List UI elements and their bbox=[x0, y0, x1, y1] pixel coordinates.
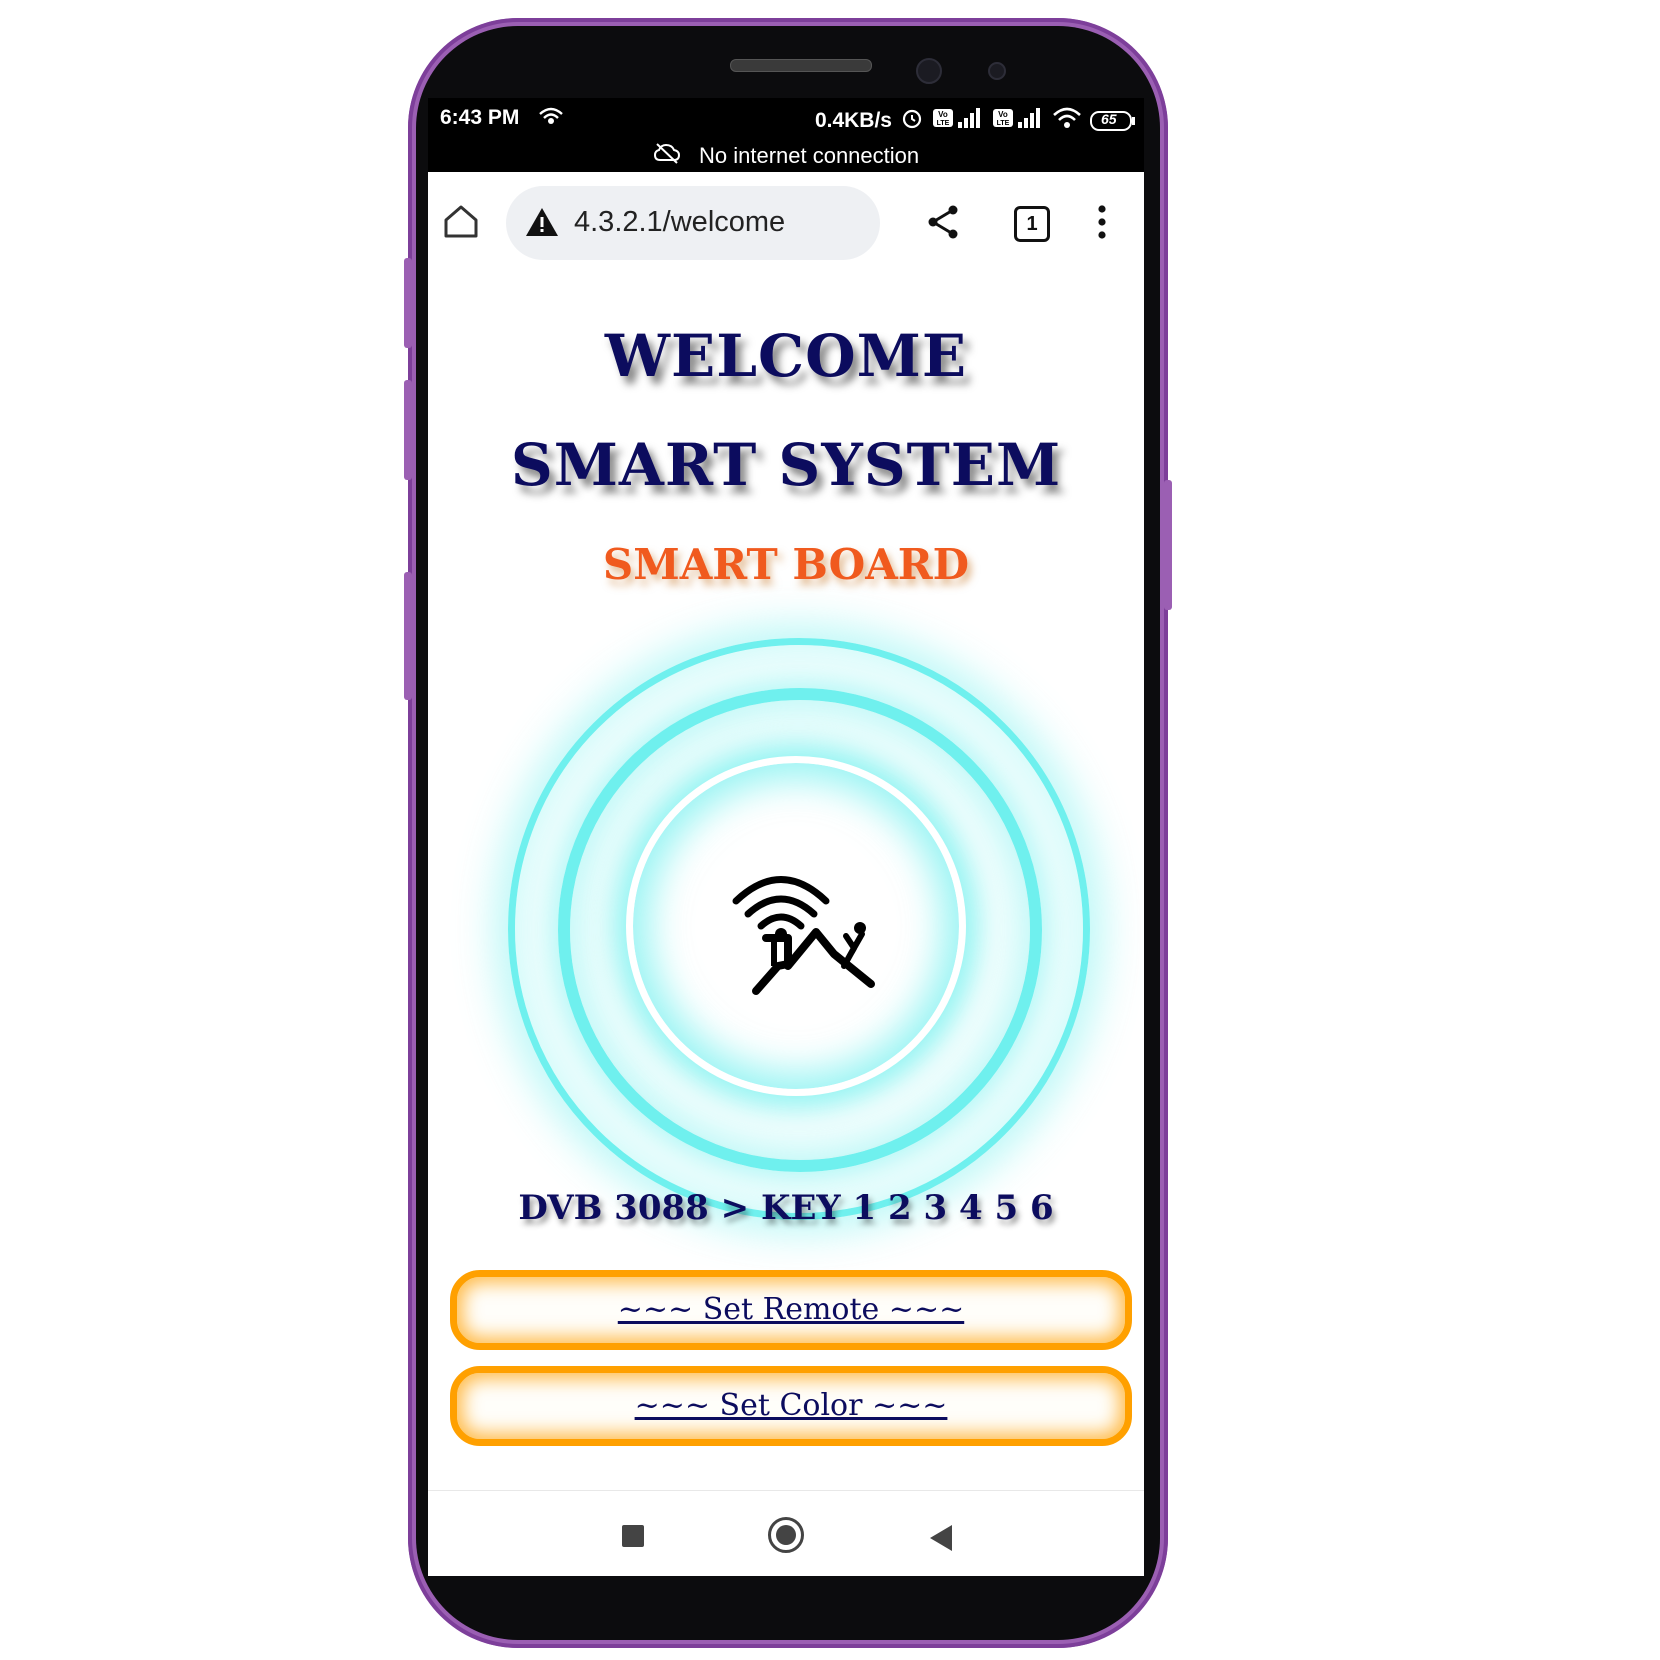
svg-text:LTE: LTE bbox=[997, 120, 1010, 127]
web-page: WELCOME SMART SYSTEM SMART BOARD DVB 308… bbox=[428, 278, 1144, 1490]
set-remote-link[interactable]: ~~~ Set Remote ~~~ bbox=[618, 1292, 964, 1327]
tabs-icon[interactable]: 1 bbox=[1014, 206, 1050, 242]
device-info: DVB 3088 > KEY 1 2 3 4 5 6 bbox=[518, 1188, 1054, 1228]
more-vert-icon[interactable] bbox=[1094, 204, 1110, 240]
no-internet-text: No internet connection bbox=[698, 143, 920, 168]
home-icon[interactable] bbox=[442, 202, 482, 242]
home-circle-icon[interactable] bbox=[768, 1517, 804, 1553]
power-button bbox=[1164, 480, 1172, 610]
cloud-off-icon bbox=[653, 141, 681, 173]
earpiece-speaker bbox=[730, 59, 872, 72]
wifi-icon bbox=[1052, 106, 1082, 136]
volte-signal-1-icon: Vo LTE bbox=[932, 106, 984, 136]
bixby-button bbox=[404, 380, 412, 480]
side-button-lower bbox=[404, 572, 412, 700]
svg-text:Vo: Vo bbox=[998, 110, 1008, 119]
status-icons: 0.4KB/s Vo LTE Vo LTE 65 bbox=[815, 106, 1136, 136]
title-smart-system: SMART SYSTEM bbox=[510, 431, 1062, 499]
tab-count: 1 bbox=[1026, 213, 1038, 235]
screen: 6:43 PM 0.4KB/s Vo LTE Vo LTE 65 No inte… bbox=[428, 98, 1144, 1576]
warning-icon[interactable] bbox=[524, 206, 560, 242]
share-icon[interactable] bbox=[926, 204, 960, 244]
network-speed: 0.4KB/s bbox=[814, 109, 892, 132]
eye-wifi-icon bbox=[538, 106, 564, 132]
svg-text:LTE: LTE bbox=[937, 120, 950, 127]
subtitle-smart-board: SMART BOARD bbox=[602, 540, 970, 589]
back-triangle-icon[interactable] bbox=[930, 1525, 952, 1551]
url-text: 4.3.2.1/welcome bbox=[574, 206, 786, 238]
set-color-button[interactable]: ~~~ Set Color ~~~ bbox=[450, 1366, 1132, 1446]
glow-rings bbox=[478, 608, 1098, 1228]
wifi-figures-logo-icon bbox=[726, 866, 876, 1000]
set-remote-button[interactable]: ~~~ Set Remote ~~~ bbox=[450, 1270, 1132, 1350]
sensor-dot bbox=[988, 62, 1006, 80]
battery-level: 65 bbox=[1101, 111, 1117, 127]
svg-text:Vo: Vo bbox=[938, 110, 948, 119]
status-bar: 6:43 PM 0.4KB/s Vo LTE Vo LTE 65 bbox=[428, 98, 1144, 140]
status-time: 6:43 PM bbox=[440, 106, 520, 129]
title-welcome: WELCOME bbox=[604, 322, 968, 390]
recents-square-icon[interactable] bbox=[622, 1525, 644, 1547]
volume-button bbox=[404, 258, 412, 348]
front-camera bbox=[916, 58, 942, 84]
set-color-link[interactable]: ~~~ Set Color ~~~ bbox=[635, 1388, 948, 1423]
no-internet-banner: No internet connection bbox=[428, 140, 1144, 172]
address-bar[interactable]: 4.3.2.1/welcome bbox=[506, 186, 880, 260]
browser-toolbar: 4.3.2.1/welcome 1 bbox=[428, 172, 1144, 280]
volte-signal-2-icon: Vo LTE bbox=[992, 106, 1044, 136]
battery-icon: 65 bbox=[1090, 110, 1136, 132]
alarm-icon bbox=[900, 106, 924, 136]
system-nav-bar bbox=[428, 1490, 1144, 1576]
